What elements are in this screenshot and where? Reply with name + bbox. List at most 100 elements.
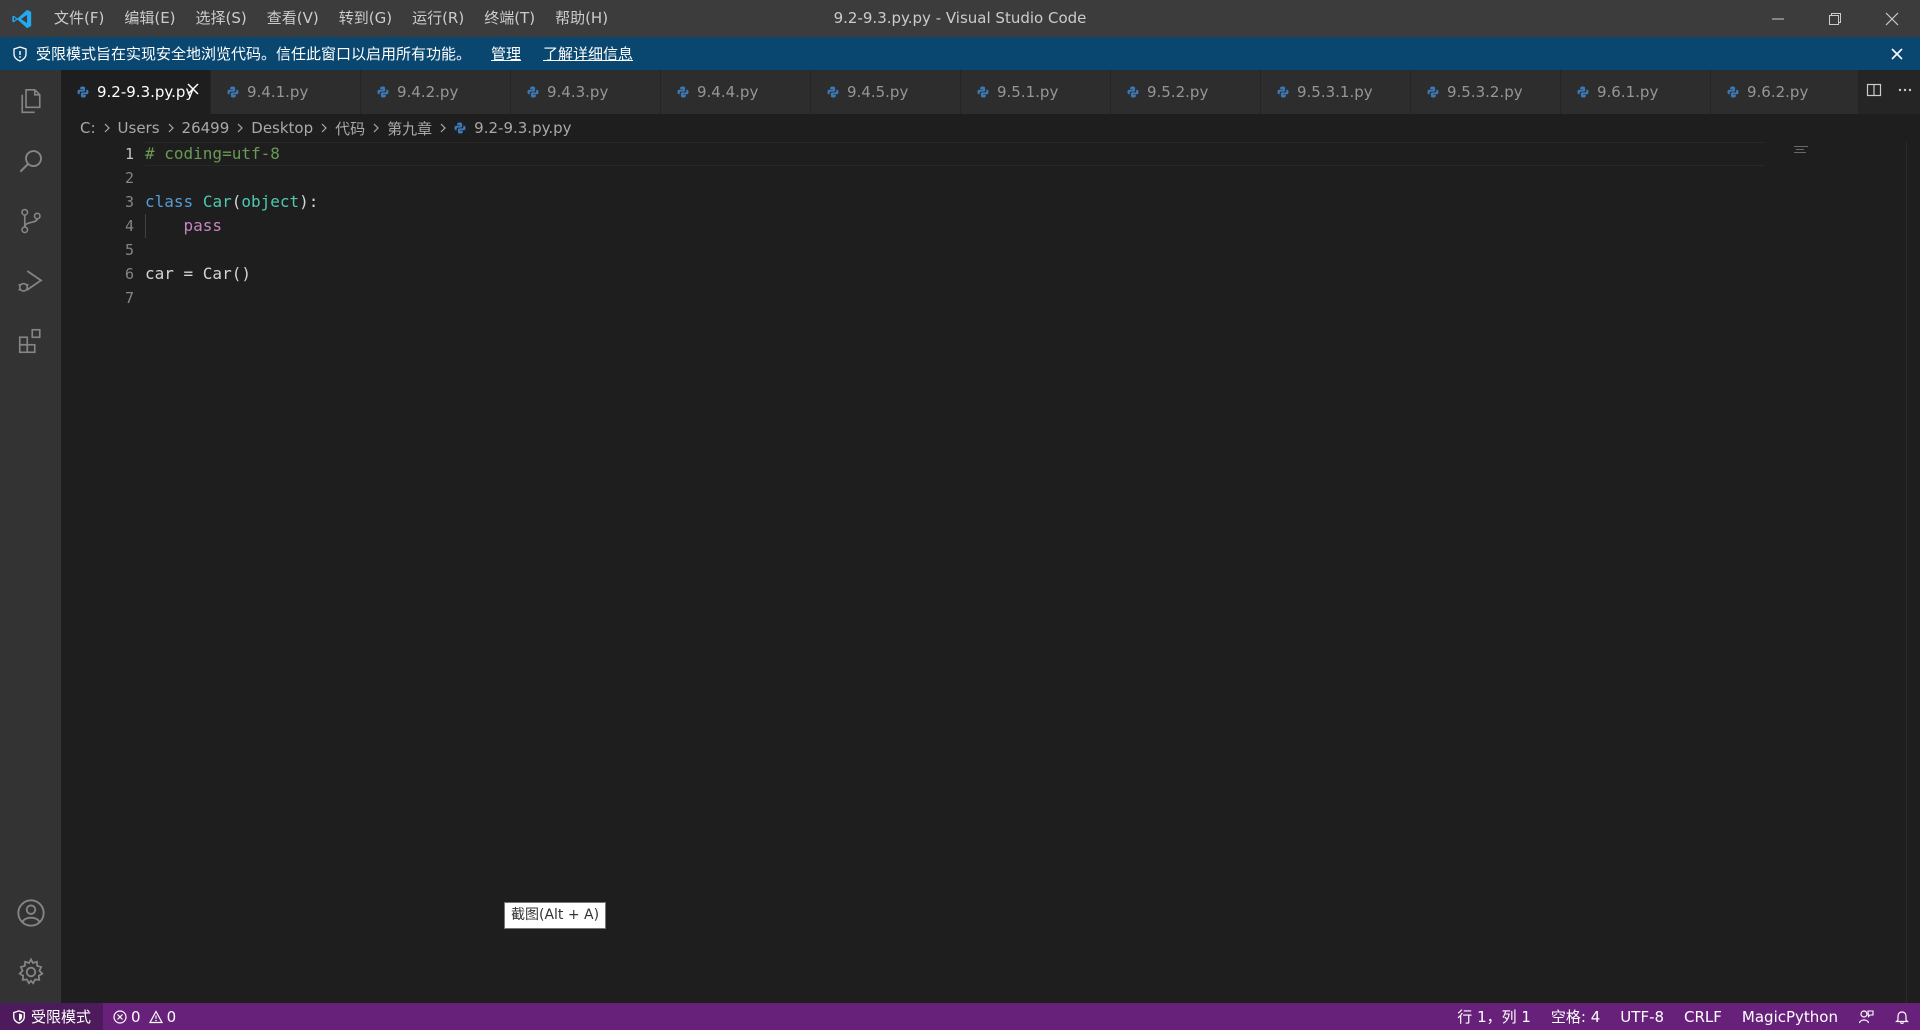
menu-view[interactable]: 查看(V) [257, 0, 329, 37]
manage-link[interactable]: 管理 [491, 43, 521, 64]
restore-button[interactable] [1806, 0, 1863, 37]
manage-settings-button[interactable] [0, 944, 61, 1000]
comment-token: # coding=utf-8 [145, 144, 280, 163]
tab-9.4.2.py[interactable]: 9.4.2.py [361, 70, 511, 114]
account-icon [16, 899, 45, 927]
editor-actions [1858, 70, 1920, 114]
python-file-icon [1727, 86, 1739, 98]
chevron-right-icon [371, 122, 381, 134]
tab-9.4.5.py[interactable]: 9.4.5.py [811, 70, 961, 114]
tab-label: 9.5.3.1.py [1297, 83, 1373, 101]
code-editor[interactable]: 1 2 3 4 5 6 7 # coding=utf-8 class Car(o… [61, 142, 1920, 1003]
eol-status[interactable]: CRLF [1674, 1008, 1732, 1026]
tab-9.5.3.2.py[interactable]: 9.5.3.2.py [1411, 70, 1561, 114]
code-line: pass [145, 214, 1920, 238]
minimap[interactable] [1794, 142, 1808, 153]
tab-9.4.3.py[interactable]: 9.4.3.py [511, 70, 661, 114]
breadcrumb-item[interactable]: 26499 [182, 119, 230, 137]
breadcrumb-item[interactable]: 代码 [335, 118, 365, 139]
language-mode-status[interactable]: MagicPython [1732, 1008, 1848, 1026]
status-bar: 受限模式 0 0 行 1，列 1 空格: 4 UTF-8 CRLF MagicP… [0, 1003, 1920, 1030]
code-token: car = [145, 264, 203, 283]
breadcrumb-file[interactable]: 9.2-9.3.py.py [454, 119, 572, 137]
learn-more-link[interactable]: 了解详细信息 [543, 43, 633, 64]
python-file-icon [527, 86, 539, 98]
explorer-button[interactable] [0, 73, 61, 129]
tab-9.6.2.py[interactable]: 9.6.2.py [1711, 70, 1861, 114]
close-icon [1885, 12, 1898, 25]
menu-help[interactable]: 帮助(H) [545, 0, 618, 37]
tab-9.4.4.py[interactable]: 9.4.4.py [661, 70, 811, 114]
vertical-scrollbar[interactable] [1906, 142, 1920, 1003]
chevron-right-icon [166, 122, 176, 134]
tab-9.5.3.1.py[interactable]: 9.5.3.1.py [1261, 70, 1411, 114]
breadcrumb-item[interactable]: 第九章 [387, 118, 432, 139]
line-number: 5 [124, 241, 134, 259]
menu-selection[interactable]: 选择(S) [186, 0, 257, 37]
more-actions-button[interactable] [1897, 82, 1913, 102]
tab-9.5.2.py[interactable]: 9.5.2.py [1111, 70, 1261, 114]
close-icon [1891, 47, 1903, 60]
extensions-button[interactable] [0, 313, 61, 369]
line-number: 6 [124, 265, 134, 283]
menu-file[interactable]: 文件(F) [44, 0, 114, 37]
tab-close-button[interactable] [186, 82, 200, 96]
minimize-icon [1771, 18, 1784, 19]
menu-terminal[interactable]: 终端(T) [474, 0, 545, 37]
code-line: # coding=utf-8 [145, 142, 1920, 166]
extensions-icon [18, 328, 41, 354]
punctuation-token: ( [231, 192, 242, 211]
tab-label: 9.6.2.py [1747, 83, 1809, 101]
cursor-position-status[interactable]: 行 1，列 1 [1447, 1006, 1541, 1027]
minimize-button[interactable] [1749, 0, 1806, 37]
shield-icon [12, 1009, 26, 1024]
screenshot-tooltip: 截图(Alt + A) [504, 902, 607, 929]
run-debug-button[interactable] [0, 253, 61, 309]
accounts-button[interactable] [0, 885, 61, 941]
keyword-token: class [145, 192, 194, 211]
tab-label: 9.5.2.py [1147, 83, 1209, 101]
breadcrumb-item[interactable]: Desktop [251, 119, 313, 137]
tab-label: 9.4.4.py [697, 83, 759, 101]
close-window-button[interactable] [1863, 0, 1920, 37]
feedback-icon [1858, 1009, 1874, 1023]
line-number: 3 [124, 193, 134, 211]
split-editor-icon [1866, 83, 1881, 97]
source-control-icon [20, 208, 41, 234]
banner-message: 受限模式旨在实现安全地浏览代码。信任此窗口以启用所有功能。 [36, 45, 472, 63]
warning-icon [148, 1009, 163, 1024]
files-icon [20, 88, 41, 114]
python-file-icon [77, 86, 89, 98]
restricted-mode-banner: 受限模式旨在实现安全地浏览代码。信任此窗口以启用所有功能。 管理 了解详细信息 [0, 37, 1920, 70]
breadcrumb-item[interactable]: C: [80, 119, 96, 137]
encoding-status[interactable]: UTF-8 [1610, 1008, 1674, 1026]
banner-close-button[interactable] [1890, 37, 1904, 70]
minimap-line [1794, 152, 1806, 153]
vscode-logo-icon [0, 0, 44, 37]
tab-9.5.1.py[interactable]: 9.5.1.py [961, 70, 1111, 114]
menu-edit[interactable]: 编辑(E) [114, 0, 185, 37]
window-controls [1749, 0, 1920, 37]
ellipsis-icon [1898, 88, 1911, 92]
problems-status[interactable]: 0 0 [113, 1008, 176, 1026]
line-number: 2 [124, 169, 134, 187]
indentation-status[interactable]: 空格: 4 [1541, 1006, 1610, 1027]
tab-9.4.1.py[interactable]: 9.4.1.py [211, 70, 361, 114]
status-right-items: 行 1，列 1 空格: 4 UTF-8 CRLF MagicPython [1447, 1003, 1920, 1030]
tab-9.2-9.3.py.py[interactable]: 9.2-9.3.py.py [61, 70, 211, 114]
punctuation-token: () [231, 264, 251, 283]
editor-tabs: 9.2-9.3.py.py 9.4.1.py 9.4.2.py 9.4.3.py… [61, 70, 1920, 114]
python-file-icon [1277, 86, 1289, 98]
menu-go[interactable]: 转到(G) [329, 0, 402, 37]
source-control-button[interactable] [0, 193, 61, 249]
search-button[interactable] [0, 133, 61, 189]
menu-run[interactable]: 运行(R) [402, 0, 474, 37]
menu-bar: 文件(F) 编辑(E) 选择(S) 查看(V) 转到(G) 运行(R) 终端(T… [44, 0, 618, 37]
breadcrumb-item[interactable]: Users [118, 119, 160, 137]
feedback-button[interactable] [1848, 1009, 1884, 1025]
restricted-mode-status[interactable]: 受限模式 [0, 1003, 104, 1030]
notifications-button[interactable] [1884, 1009, 1920, 1025]
split-editor-button[interactable] [1866, 82, 1882, 102]
tab-9.6.1.py[interactable]: 9.6.1.py [1561, 70, 1711, 114]
